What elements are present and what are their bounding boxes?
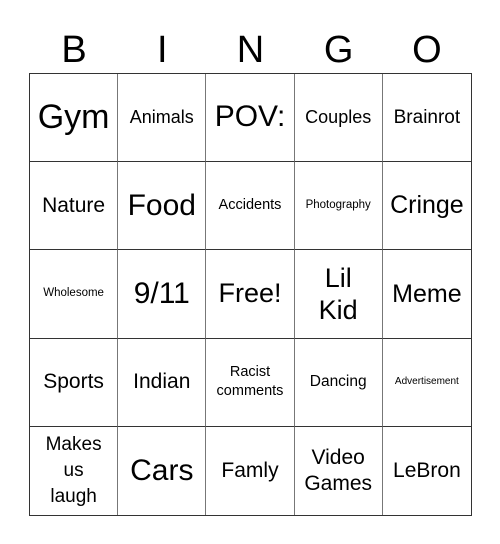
free-space-cell[interactable]: Free!	[206, 250, 295, 339]
bingo-cell[interactable]: Racist comments	[206, 338, 295, 427]
bingo-cell[interactable]: Wholesome	[30, 250, 119, 339]
bingo-cell[interactable]: Meme	[382, 250, 471, 339]
bingo-cell[interactable]: POV:	[206, 74, 295, 163]
header-letter-b: B	[61, 29, 87, 71]
header-letter-o: O	[412, 29, 442, 71]
bingo-cell[interactable]: Famly	[206, 426, 295, 515]
bingo-cell[interactable]: Video Games	[295, 426, 383, 515]
bingo-cell[interactable]: LeBron	[383, 427, 471, 515]
header-letter-i: I	[157, 29, 168, 71]
bingo-cell[interactable]: Gym	[30, 74, 119, 163]
bingo-cell[interactable]: Makes us laugh	[30, 426, 119, 515]
bingo-cell[interactable]: Accidents	[206, 162, 295, 251]
bingo-cell[interactable]: Cars	[118, 426, 207, 515]
bingo-header: B I N G O	[30, 28, 471, 72]
bingo-cell[interactable]: Lil Kid	[294, 250, 383, 339]
bingo-cell[interactable]: Advertisement	[382, 339, 471, 427]
bingo-cell[interactable]: 9/11	[118, 250, 207, 339]
header-letter-n: N	[236, 29, 265, 71]
bingo-cell[interactable]: Sports	[30, 338, 119, 427]
bingo-grid: Gym Animals POV: Couples Brainrot Nature…	[29, 73, 472, 516]
bingo-cell[interactable]: Nature	[30, 162, 119, 251]
header-letter-g: G	[323, 29, 354, 71]
bingo-cell[interactable]: Animals	[118, 74, 207, 163]
bingo-cell[interactable]: Couples	[294, 74, 383, 163]
bingo-cell[interactable]: Food	[118, 162, 207, 251]
bingo-cell[interactable]: Brainrot	[382, 74, 471, 163]
bingo-cell[interactable]: Indian	[118, 338, 207, 427]
bingo-cell[interactable]: Dancing	[294, 338, 383, 427]
bingo-cell[interactable]: Cringe	[382, 162, 471, 251]
bingo-cell[interactable]: Photography	[294, 162, 383, 251]
